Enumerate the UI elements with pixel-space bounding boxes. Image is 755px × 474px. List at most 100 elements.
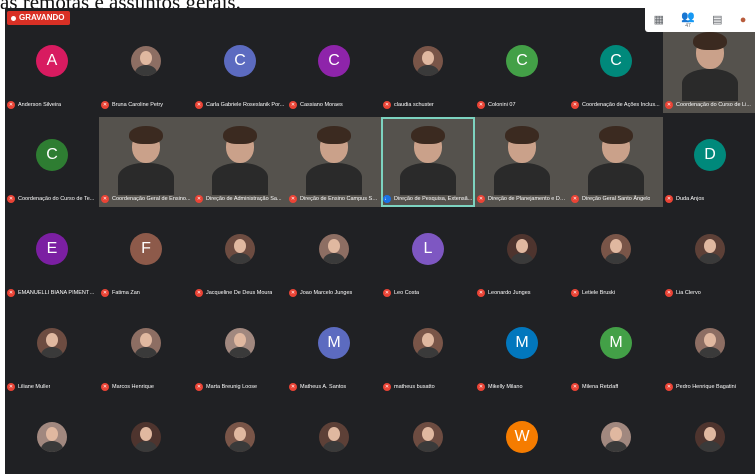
mic-off-icon: ✕ bbox=[7, 382, 15, 391]
mic-off-icon: ✕ bbox=[289, 100, 297, 109]
participant-tile[interactable]: ✕ claudia schuster bbox=[381, 23, 475, 113]
participant-tile[interactable]: ✕ Marta Breunig Loose bbox=[193, 305, 287, 395]
avatar: W bbox=[506, 421, 538, 454]
participant-nameplate: ✕ Lia Clervo bbox=[665, 287, 755, 298]
mic-off-icon: ✕ bbox=[477, 382, 485, 391]
participant-tile[interactable]: W✕Wellington Silva bbox=[475, 399, 569, 474]
mic-off-icon: ✕ bbox=[195, 100, 203, 109]
participant-nameplate: ✕ Coordenação do Curso de Li... bbox=[665, 99, 755, 110]
participant-tile[interactable]: F ✕ Fatima Zan bbox=[99, 211, 193, 301]
participant-name: Duda Anjos bbox=[676, 195, 705, 202]
participants-button[interactable]: 👥 47 bbox=[681, 11, 695, 29]
participant-tile[interactable]: E ✕ EMANUELLI BIANA PIMENTE... bbox=[5, 211, 99, 301]
participant-tile[interactable]: ✕ Leonardo Junges bbox=[475, 211, 569, 301]
avatar bbox=[413, 328, 443, 359]
participant-name: Milena Retzlaff bbox=[582, 383, 619, 390]
participant-nameplate: ✕ Direção Geral Santo Ângelo bbox=[571, 193, 661, 204]
participant-tile[interactable]: ✕ Marcos Henrique bbox=[99, 305, 193, 395]
mic-off-icon: ✕ bbox=[571, 382, 579, 391]
participant-tile[interactable]: ✕ matheus busatto bbox=[381, 305, 475, 395]
participant-tile[interactable]: ✕Sabrina Santos bbox=[99, 399, 193, 474]
video-feed bbox=[118, 123, 174, 195]
avatar bbox=[131, 46, 161, 77]
participant-tile[interactable]: C ✕ Cassiano Moraes bbox=[287, 23, 381, 113]
participant-tile[interactable]: ✕ Liliane Muller bbox=[5, 305, 99, 395]
participant-tile[interactable]: ✕ Direção de Administração Sa... bbox=[193, 117, 287, 207]
avatar bbox=[601, 234, 631, 265]
layout-button[interactable]: ▦ bbox=[654, 14, 664, 26]
participant-nameplate: ✕ Matheus A. Santos bbox=[289, 381, 379, 392]
participant-tile[interactable]: ♩ Direção de Pesquisa, Extensã... bbox=[381, 117, 475, 207]
mic-off-icon: ✕ bbox=[665, 382, 673, 391]
participant-tile[interactable]: C ✕ Coordenação do Curso de Te... bbox=[5, 117, 99, 207]
participant-tile[interactable]: ✕ Coordenação do Curso de Li... bbox=[663, 23, 755, 113]
participant-tile[interactable]: M ✕ Mikelly Milano bbox=[475, 305, 569, 395]
participant-tile[interactable]: ✕The Strawberhart bbox=[381, 399, 475, 474]
recording-badge: GRAVANDO bbox=[7, 11, 71, 25]
participant-tile[interactable]: M ✕ Milena Retzlaff bbox=[569, 305, 663, 395]
mic-off-icon: ✕ bbox=[289, 194, 297, 203]
mic-off-icon: ✕ bbox=[195, 288, 203, 297]
participant-tile[interactable]: ✕Talita Campos Ferreira bbox=[287, 399, 381, 474]
participant-name: Coordenação do Curso de Li... bbox=[676, 101, 751, 108]
participant-tile[interactable]: C ✕ Carla Gabriele Roseslanik Por... bbox=[193, 23, 287, 113]
chat-button[interactable]: ▤ bbox=[712, 14, 722, 26]
user-avatar-button[interactable]: ● bbox=[740, 14, 747, 26]
participant-nameplate: ✕ Marcos Henrique bbox=[101, 381, 191, 392]
avatar: D bbox=[694, 139, 726, 172]
participant-tile[interactable]: ✕ Joao Marcelo Junges bbox=[287, 211, 381, 301]
mic-off-icon: ✕ bbox=[101, 100, 109, 109]
participant-tile[interactable]: ✕ Bruna Caroline Petry bbox=[99, 23, 193, 113]
participant-name: Matheus A. Santos bbox=[300, 383, 347, 390]
avatar: E bbox=[36, 233, 68, 266]
participant-tile[interactable]: M ✕ Matheus A. Santos bbox=[287, 305, 381, 395]
participant-tile[interactable]: ✕ Jacqueline De Deus Moura bbox=[193, 211, 287, 301]
participant-tile[interactable]: ✕ Direção Geral Santo Ângelo bbox=[569, 117, 663, 207]
participant-name: Anderson Silveira bbox=[18, 101, 62, 108]
participant-name: matheus busatto bbox=[394, 383, 435, 390]
participant-tile[interactable]: A ✕ Anderson Silveira bbox=[5, 23, 99, 113]
participant-tile[interactable]: C ✕ Colonini 07 bbox=[475, 23, 569, 113]
participant-nameplate: ✕ Cassiano Moraes bbox=[289, 99, 379, 110]
mic-off-icon: ✕ bbox=[289, 288, 297, 297]
participant-nameplate: ✕ Joao Marcelo Junges bbox=[289, 287, 379, 298]
participant-tile[interactable]: C ✕ Coordenação de Ações Inclus... bbox=[569, 23, 663, 113]
participant-name: Direção de Administração Sa... bbox=[206, 195, 282, 202]
participant-nameplate: ✕ Mikelly Milano bbox=[477, 381, 567, 392]
participant-name: Coordenação do Curso de Te... bbox=[18, 195, 95, 202]
participant-name: Coordenação de Ações Inclus... bbox=[582, 101, 660, 108]
participant-name: Lia Clervo bbox=[676, 289, 701, 296]
participant-tile[interactable]: ✕Samuel Müller Forrati bbox=[193, 399, 287, 474]
mic-off-icon: ✕ bbox=[665, 100, 673, 109]
mic-off-icon: ✕ bbox=[101, 288, 109, 297]
participant-nameplate: ✕ Direção de Ensino Campus Sa... bbox=[289, 193, 379, 204]
mic-off-icon: ✕ bbox=[7, 288, 15, 297]
avatar bbox=[225, 422, 255, 453]
participant-tile[interactable]: D ✕ Duda Anjos bbox=[663, 117, 755, 207]
avatar: L bbox=[412, 233, 444, 266]
participant-name: Marta Breunig Loose bbox=[206, 383, 258, 390]
participant-tile[interactable]: ✕ Pedro Henrique Bagatini bbox=[663, 305, 755, 395]
participant-tile[interactable]: ✕PRISCILA CAMILA DOS SANT... bbox=[5, 399, 99, 474]
participant-tile[interactable]: ✕ Direção de Ensino Campus Sa... bbox=[287, 117, 381, 207]
participant-name: Cassiano Moraes bbox=[300, 101, 343, 108]
avatar: C bbox=[36, 139, 68, 172]
avatar bbox=[695, 234, 725, 265]
participant-nameplate: ✕ Coordenação de Ações Inclus... bbox=[571, 99, 661, 110]
mic-off-icon: ✕ bbox=[571, 100, 579, 109]
participant-tile[interactable]: ✕Zipora Morgana Quintino bbox=[663, 399, 755, 474]
avatar-icon: ● bbox=[739, 14, 747, 26]
participant-tile[interactable]: L ✕ Leo Costa bbox=[381, 211, 475, 301]
avatar bbox=[413, 46, 443, 77]
participant-tile[interactable]: ✕ Coordenação Geral de Ensino... bbox=[99, 117, 193, 207]
participant-name: Direção Geral Santo Ângelo bbox=[582, 195, 651, 202]
participant-tile[interactable]: ✕willian mafra bbox=[569, 399, 663, 474]
avatar bbox=[507, 234, 537, 265]
participants-count: 47 bbox=[685, 23, 691, 29]
participant-tile[interactable]: ✕ Letiele Bruski bbox=[569, 211, 663, 301]
participant-tile[interactable]: ✕ Lia Clervo bbox=[663, 211, 755, 301]
participant-name: Fatima Zan bbox=[112, 289, 140, 296]
participant-name: Coordenação Geral de Ensino... bbox=[112, 195, 191, 202]
video-feed bbox=[682, 29, 738, 101]
participant-tile[interactable]: ✕ Direção de Planejamento e De... bbox=[475, 117, 569, 207]
